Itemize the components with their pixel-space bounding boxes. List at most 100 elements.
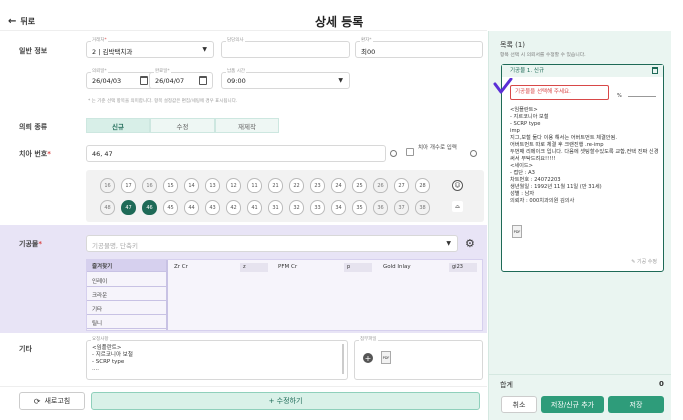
- caret-down-icon: ▼: [338, 77, 343, 84]
- prosth-tab-etc[interactable]: 기타: [87, 303, 166, 315]
- card-unit: %: [617, 93, 622, 99]
- prosth-item-gold[interactable]: Gold Inlay gi23: [383, 263, 479, 273]
- prosth-item-pfm[interactable]: PFM Cr p: [278, 263, 374, 273]
- tooth-45[interactable]: 45: [163, 200, 178, 215]
- request-remake[interactable]: 재제작: [215, 118, 279, 133]
- prosth-tab-crown[interactable]: 크라운: [87, 289, 166, 301]
- tooth-41[interactable]: 41: [247, 200, 262, 215]
- total-value: 0: [659, 380, 664, 388]
- request-modify[interactable]: 수정: [150, 118, 215, 133]
- tooth-27[interactable]: 27: [394, 178, 409, 193]
- memo-textarea[interactable]: 요청사항 <임플란트> - 지르코니아 보철 - SCRP type....: [86, 337, 348, 380]
- tooth-24[interactable]: 24: [331, 178, 346, 193]
- tooth-count-label: 치아 개수로 입력: [418, 145, 457, 151]
- tooth-16[interactable]: 16: [100, 178, 115, 193]
- pdf-file-icon[interactable]: PDF: [512, 225, 522, 238]
- tooth-37[interactable]: 37: [394, 200, 409, 215]
- scrollbar[interactable]: [342, 344, 344, 374]
- tooth-43[interactable]: 43: [205, 200, 220, 215]
- tooth-32[interactable]: 32: [289, 200, 304, 215]
- tooth-15[interactable]: 15: [163, 178, 178, 193]
- calendar-icon[interactable]: [199, 76, 207, 85]
- date-out-label: 완료일*: [154, 69, 171, 75]
- general-label: 일반 정보: [19, 47, 48, 55]
- save-button[interactable]: 저장: [608, 396, 664, 413]
- caret-down-icon: ▼: [202, 46, 207, 53]
- tooth-42[interactable]: 42: [226, 200, 241, 215]
- prosth-tab-inlay[interactable]: 인레이: [87, 275, 166, 287]
- prosth-tab-favorites[interactable]: 즐겨찾기: [87, 260, 166, 272]
- trash-icon[interactable]: [652, 67, 658, 74]
- clinic-select[interactable]: 거래처* 2 | 김박택치과 ▼: [86, 38, 214, 58]
- prosth-item-zr[interactable]: Zr Cr z: [174, 263, 270, 273]
- time-select[interactable]: 납품 시간 09:00 ▼: [221, 69, 350, 89]
- add-file-icon[interactable]: +: [363, 353, 373, 363]
- caret-down-icon: ▼: [446, 240, 451, 247]
- tooth-34[interactable]: 34: [331, 200, 346, 215]
- tooth-38[interactable]: 38: [415, 200, 430, 215]
- tooth-17[interactable]: 17: [121, 178, 136, 193]
- time-value: 09:00: [227, 77, 246, 85]
- manager-field[interactable]: 담당의사: [221, 38, 350, 58]
- date-out-field[interactable]: 완료일* 26/04/07: [149, 69, 213, 89]
- tooth-36[interactable]: 36: [373, 200, 388, 215]
- tooth-count-checkbox[interactable]: [406, 148, 414, 156]
- tooth-31[interactable]: 31: [268, 200, 283, 215]
- patient-value: 최00: [361, 48, 376, 56]
- cancel-button[interactable]: 취소: [501, 396, 537, 413]
- pdf-file-icon[interactable]: PDF: [381, 351, 391, 364]
- card-tag: 기공물 1. 신규: [502, 65, 663, 77]
- card-edit-button[interactable]: ✎ 기공 수정: [631, 258, 657, 265]
- reset-button[interactable]: ⟳ 새로고침: [19, 392, 85, 410]
- tooth-input[interactable]: 46, 47: [86, 145, 386, 162]
- date-in-label: 의뢰일*: [91, 69, 108, 75]
- info-icon[interactable]: [390, 150, 397, 157]
- general-note: * 는 기준 선택 항목을 의미합니다. 항목 설정값은 편집/세팅에 경우 표…: [88, 99, 238, 104]
- patient-label: 환자*: [360, 38, 373, 44]
- smile-icon[interactable]: ☺: [452, 180, 463, 191]
- prosth-search[interactable]: 기공물명, 단축키 ▼: [86, 235, 458, 252]
- tooth-23[interactable]: 23: [310, 178, 325, 193]
- clinic-value: 2 | 김박택치과: [92, 48, 133, 56]
- card-error: 기공물을 선택해 주세요.: [510, 85, 609, 100]
- add-modify-button[interactable]: + 수정하기: [91, 392, 480, 410]
- tooth-11[interactable]: 11: [247, 178, 262, 193]
- slider-track[interactable]: [628, 96, 656, 97]
- save-new-button[interactable]: 저장/신규 추가: [541, 396, 604, 413]
- tooth-28[interactable]: 28: [415, 178, 430, 193]
- tooth-48[interactable]: 48: [100, 200, 115, 215]
- tooth-26[interactable]: 26: [373, 178, 388, 193]
- date-in-value: 26/04/03: [92, 77, 122, 85]
- tooth-47[interactable]: 47: [121, 200, 136, 215]
- back-button[interactable]: ← 뒤로: [8, 16, 35, 27]
- tooth-33[interactable]: 33: [310, 200, 325, 215]
- tooth-44[interactable]: 44: [184, 200, 199, 215]
- tooth-22[interactable]: 22: [289, 178, 304, 193]
- tooth-13[interactable]: 13: [205, 178, 220, 193]
- date-in-field[interactable]: 의뢰일* 26/04/03: [86, 69, 154, 89]
- manager-label: 담당의사: [226, 38, 245, 44]
- tooth-46[interactable]: 46: [142, 200, 157, 215]
- request-card[interactable]: 기공물 1. 신규 기공물을 선택해 주세요. % <임플란트> - 지르코니아 …: [501, 64, 664, 272]
- tooth-16[interactable]: 16: [142, 178, 157, 193]
- tooth-12[interactable]: 12: [226, 178, 241, 193]
- attach-box: 첨부파일 + PDF: [354, 337, 483, 380]
- tooth-21[interactable]: 21: [268, 178, 283, 193]
- request-new[interactable]: 신규: [86, 118, 150, 133]
- tooth-25[interactable]: 25: [352, 178, 367, 193]
- tooth-14[interactable]: 14: [184, 178, 199, 193]
- calendar-icon[interactable]: [140, 76, 148, 85]
- memo-label: 요청사항: [91, 337, 110, 343]
- prosth-tab-denture[interactable]: 틸니: [87, 317, 166, 329]
- info-icon[interactable]: [470, 150, 477, 157]
- denture-icon[interactable]: ⌓: [452, 201, 463, 212]
- etc-label: 기타: [19, 345, 32, 353]
- gear-icon[interactable]: ⚙: [465, 237, 475, 250]
- memo-text: <임플란트> - 지르코니아 보철 - SCRP type....: [92, 345, 133, 372]
- attach-label: 첨부파일: [359, 337, 378, 343]
- total-label: 합계: [500, 381, 513, 389]
- patient-field[interactable]: 환자* 최00: [355, 38, 483, 58]
- tooth-35[interactable]: 35: [352, 200, 367, 215]
- panel-divider: [488, 374, 671, 375]
- tooth-value: 46, 47: [92, 150, 113, 158]
